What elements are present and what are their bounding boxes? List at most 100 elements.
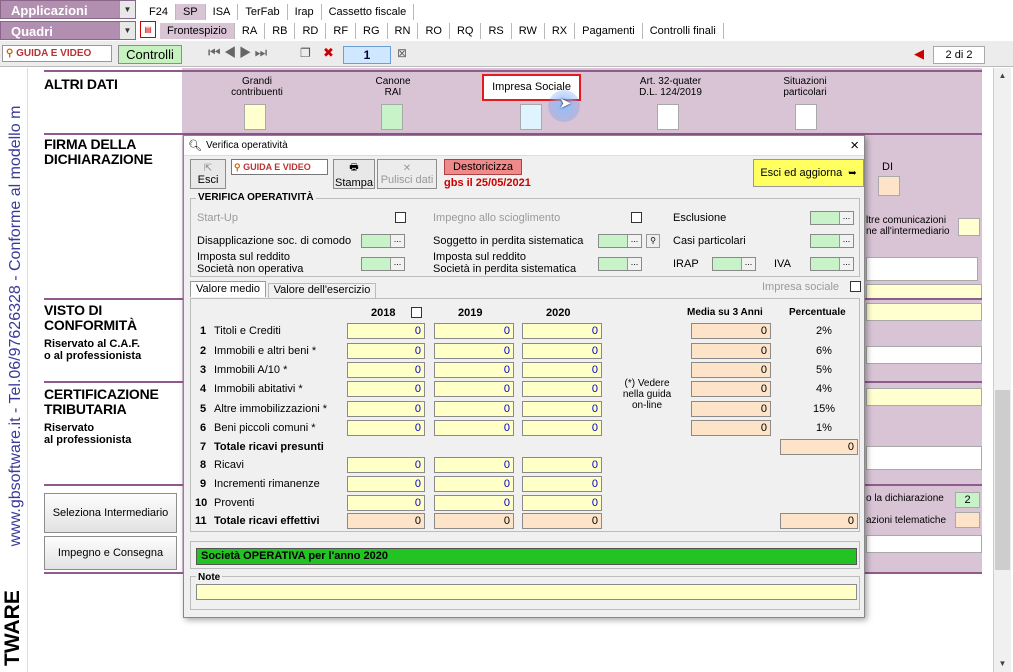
row-value-2019[interactable]: 0 xyxy=(434,381,514,397)
right-field-3[interactable] xyxy=(866,535,982,553)
row-11-2020[interactable]: 0 xyxy=(522,513,602,529)
visto-field[interactable] xyxy=(866,303,982,321)
controlli-button[interactable]: Controlli xyxy=(118,45,182,64)
visto-field-2[interactable] xyxy=(866,346,982,364)
stampa-button[interactable]: 🖶︎ Stampa xyxy=(333,159,375,189)
row-value-2018[interactable]: 0 xyxy=(347,401,425,417)
tab-rb[interactable]: RB xyxy=(265,23,296,39)
casi-particolari-field[interactable] xyxy=(810,234,854,248)
tab-frontespizio[interactable]: Frontespizio xyxy=(160,23,235,39)
imposta-sno-field[interactable] xyxy=(361,257,405,271)
row-11-total[interactable]: 0 xyxy=(780,513,858,529)
note-input[interactable] xyxy=(196,584,857,600)
art32-field[interactable] xyxy=(657,104,679,130)
row-value-2018[interactable]: 0 xyxy=(347,323,425,339)
situazioni-field[interactable] xyxy=(795,104,817,130)
iva-field[interactable] xyxy=(810,257,854,271)
disappl-field[interactable] xyxy=(361,234,405,248)
cert-field[interactable] xyxy=(866,388,982,406)
pulisci-button[interactable]: ✕ Pulisci dati xyxy=(377,159,437,189)
row-value-2018[interactable]: 0 xyxy=(347,420,425,436)
remove-page-icon[interactable]: ⊠ xyxy=(397,46,407,60)
soggetto-perdita-field[interactable] xyxy=(598,234,642,248)
row-value-2020[interactable]: 0 xyxy=(522,362,602,378)
dialog-guida-button[interactable]: ⚲ GUIDA E VIDEO xyxy=(231,159,328,175)
tab-f24[interactable]: F24 xyxy=(142,4,176,20)
row-value-2020[interactable]: 0 xyxy=(522,476,602,492)
canone-rai-field[interactable] xyxy=(381,104,403,130)
copy-icon[interactable]: ❐ xyxy=(300,46,311,60)
row-value-2020[interactable]: 0 xyxy=(522,401,602,417)
row-value-2018[interactable]: 0 xyxy=(347,476,425,492)
row-7-total[interactable]: 0 xyxy=(780,439,858,455)
row-value-2019[interactable]: 0 xyxy=(434,343,514,359)
row-value-2019[interactable]: 0 xyxy=(434,323,514,339)
cert-field-2[interactable] xyxy=(866,446,982,470)
impegno-checkbox[interactable] xyxy=(631,212,642,223)
tab-rx[interactable]: RX xyxy=(545,23,576,39)
impegno-consegna-button[interactable]: Impegno e Consegna xyxy=(44,536,177,570)
row-media[interactable]: 0 xyxy=(691,362,771,378)
scrollbar[interactable]: ▲ ▼ xyxy=(993,68,1011,672)
row-value-2019[interactable]: 0 xyxy=(434,495,514,511)
prev-page-icon[interactable]: ◀ xyxy=(914,46,924,62)
tab-ra[interactable]: RA xyxy=(235,23,266,39)
row-value-2018[interactable]: 0 xyxy=(347,495,425,511)
close-icon[interactable]: × xyxy=(850,137,859,154)
nav-arrows-icon[interactable]: ⏮◀▶⏭ xyxy=(208,44,270,61)
impresa-sociale-checkbox[interactable] xyxy=(850,281,861,292)
row-value-2020[interactable]: 0 xyxy=(522,343,602,359)
row-11-2019[interactable]: 0 xyxy=(434,513,514,529)
tab-rw[interactable]: RW xyxy=(512,23,545,39)
row-media[interactable]: 0 xyxy=(691,420,771,436)
esclusione-field[interactable] xyxy=(810,211,854,225)
chevron-down-icon[interactable]: ▼ xyxy=(119,22,135,39)
tab-rq[interactable]: RQ xyxy=(450,23,482,39)
row-value-2020[interactable]: 0 xyxy=(522,323,602,339)
tab-rn[interactable]: RN xyxy=(388,23,419,39)
telematiche-field[interactable] xyxy=(955,512,980,528)
row-value-2018[interactable]: 0 xyxy=(347,343,425,359)
impresa-sociale-field[interactable] xyxy=(520,104,542,130)
tab-rs[interactable]: RS xyxy=(481,23,512,39)
applicazioni-select[interactable]: Applicazioni ▼ xyxy=(0,0,136,19)
tab-rg[interactable]: RG xyxy=(356,23,388,39)
tab-valore-medio[interactable]: Valore medio xyxy=(190,281,266,297)
delete-page-icon[interactable]: ✖ xyxy=(323,45,334,61)
startup-checkbox[interactable] xyxy=(395,212,406,223)
search-icon[interactable]: ⚲ xyxy=(646,234,660,248)
row-value-2020[interactable]: 0 xyxy=(522,381,602,397)
row-value-2019[interactable]: 0 xyxy=(434,457,514,473)
di-field[interactable] xyxy=(878,176,900,196)
esci-aggiorna-button[interactable]: Esci ed aggiorna ➥ xyxy=(753,159,864,187)
row-value-2019[interactable]: 0 xyxy=(434,362,514,378)
row-value-2018[interactable]: 0 xyxy=(347,362,425,378)
row-media[interactable]: 0 xyxy=(691,381,771,397)
dichiarazione-field[interactable]: 2 xyxy=(955,492,980,508)
row-value-2018[interactable]: 0 xyxy=(347,457,425,473)
tab-cassetto[interactable]: Cassetto fiscale xyxy=(322,4,415,20)
row-value-2019[interactable]: 0 xyxy=(434,476,514,492)
tab-pagamenti[interactable]: Pagamenti xyxy=(575,23,643,39)
row-value-2019[interactable]: 0 xyxy=(434,420,514,436)
grandi-contribuenti-field[interactable] xyxy=(244,104,266,130)
comunicazioni-field[interactable] xyxy=(958,218,980,236)
row-value-2020[interactable]: 0 xyxy=(522,457,602,473)
tab-rf[interactable]: RF xyxy=(326,23,357,39)
tab-rd[interactable]: RD xyxy=(295,23,327,39)
pdf-icon[interactable]: ▤ xyxy=(140,21,156,38)
row-value-2020[interactable]: 0 xyxy=(522,420,602,436)
tab-controlli-finali[interactable]: Controlli finali xyxy=(643,23,724,39)
chevron-down-icon[interactable]: ▼ xyxy=(119,1,135,18)
tab-terfab[interactable]: TerFab xyxy=(238,4,288,20)
tab-irap[interactable]: Irap xyxy=(288,4,322,20)
tab-valore-esercizio[interactable]: Valore dell'esercizio xyxy=(268,283,376,298)
row-value-2020[interactable]: 0 xyxy=(522,495,602,511)
year-2018-checkbox[interactable] xyxy=(411,307,422,318)
tab-isa[interactable]: ISA xyxy=(206,4,239,20)
row-media[interactable]: 0 xyxy=(691,401,771,417)
row-value-2018[interactable]: 0 xyxy=(347,381,425,397)
tab-ro[interactable]: RO xyxy=(418,23,450,39)
page-number-input[interactable]: 1 xyxy=(343,46,391,64)
row-media[interactable]: 0 xyxy=(691,323,771,339)
